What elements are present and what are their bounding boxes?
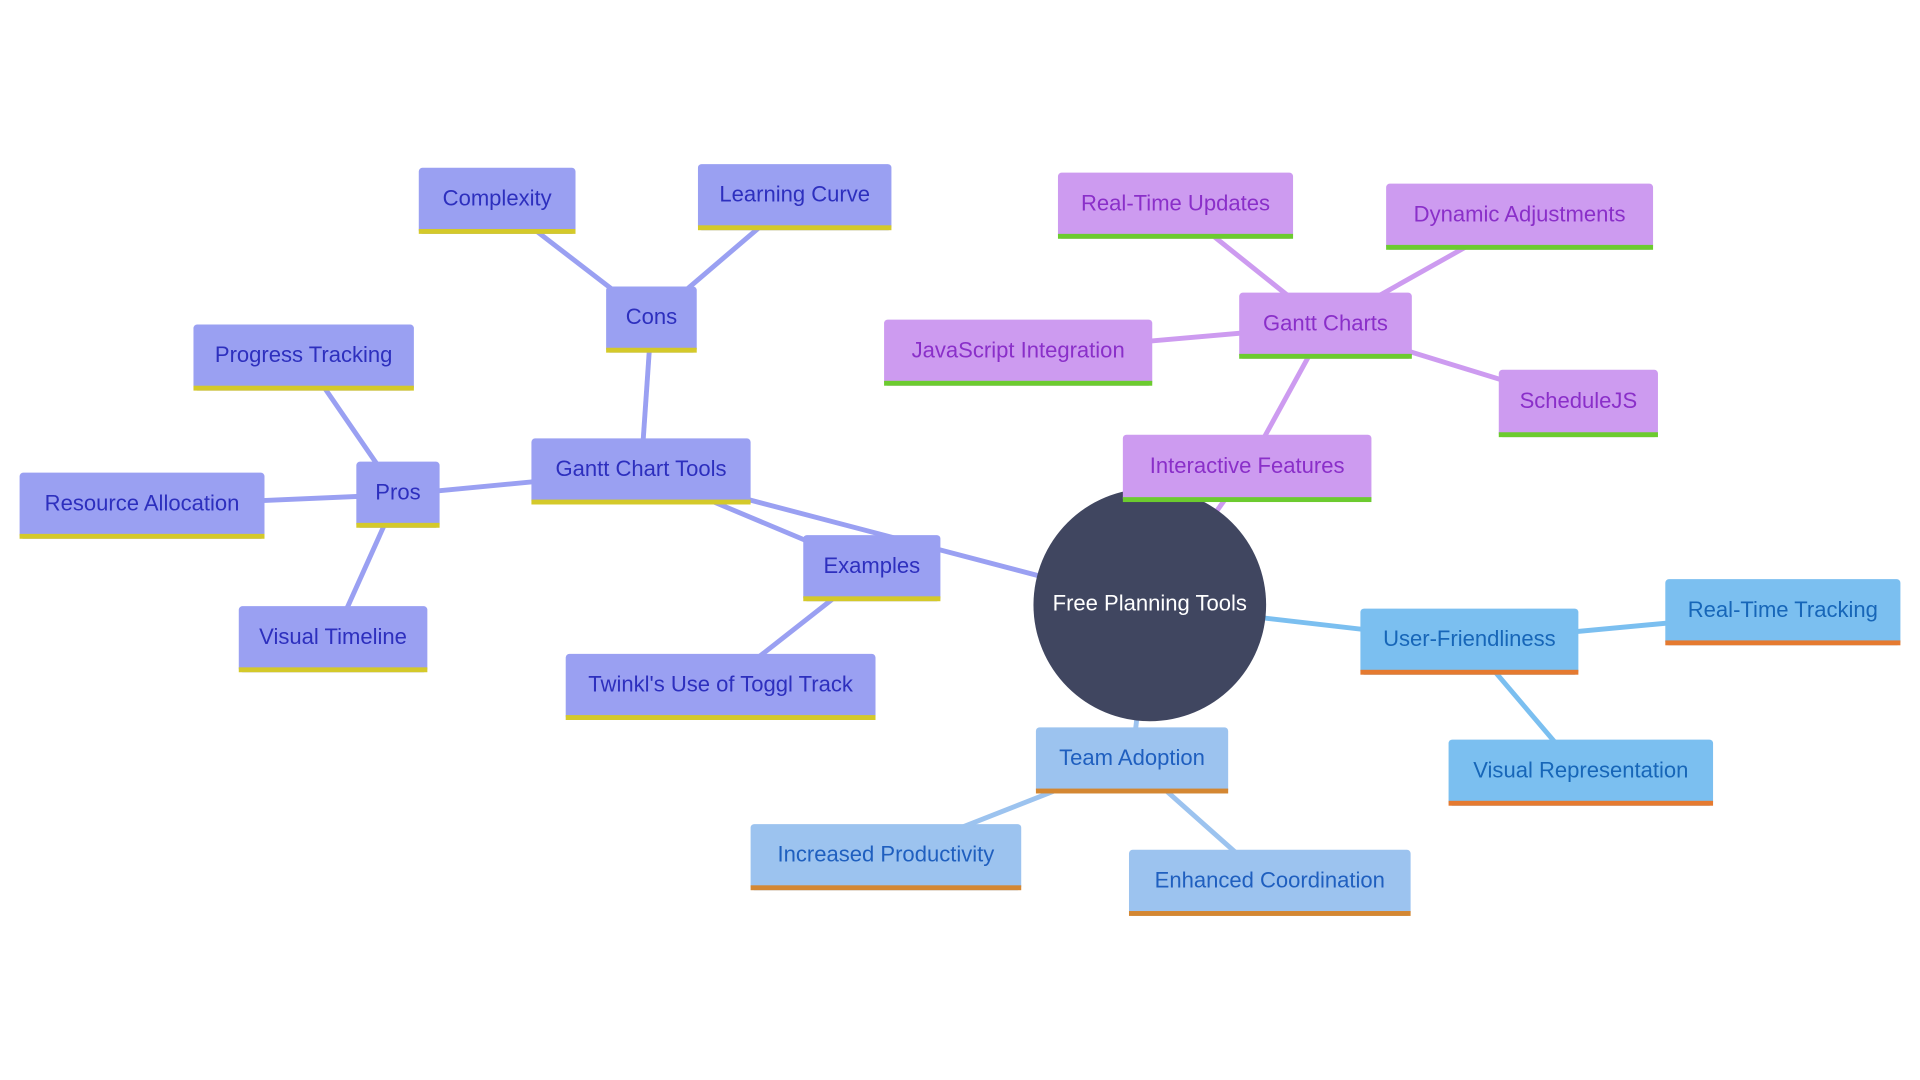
node-gantt-charts[interactable]: Gantt Charts: [1239, 292, 1412, 359]
node-label: Cons: [626, 304, 677, 329]
node-schedulejs[interactable]: ScheduleJS: [1498, 369, 1658, 438]
node-label: Gantt Chart Tools: [555, 456, 726, 481]
node-complexity[interactable]: Complexity: [418, 167, 576, 234]
node-underline: [238, 667, 428, 673]
node-underline: [1239, 353, 1412, 359]
node-team-adoption[interactable]: Team Adoption: [1035, 727, 1229, 794]
node-resource-allocation[interactable]: Resource Allocation: [19, 472, 265, 539]
node-increased-productivity[interactable]: Increased Productivity: [750, 824, 1022, 891]
node-underline: [1360, 669, 1579, 675]
node-underline: [565, 715, 876, 720]
node-label: User-Friendliness: [1383, 626, 1556, 651]
node-interactive-features[interactable]: Interactive Features: [1122, 434, 1372, 503]
node-label: Examples: [823, 553, 920, 578]
node-label: Twinkl's Use of Toggl Track: [588, 672, 854, 697]
node-label: Enhanced Coordination: [1155, 867, 1385, 892]
node-gantt-chart-tools[interactable]: Gantt Chart Tools: [531, 438, 751, 505]
node-javascript-integration[interactable]: JavaScript Integration: [884, 319, 1153, 386]
node-label: Pros: [375, 479, 420, 504]
node-label: Learning Curve: [719, 182, 870, 207]
node-pros[interactable]: Pros: [356, 461, 440, 528]
node-real-time-tracking[interactable]: Real-Time Tracking: [1665, 579, 1901, 646]
node-label: Progress Tracking: [215, 342, 393, 367]
node-twinkl-s-use-of-toggl-track[interactable]: Twinkl's Use of Toggl Track: [565, 653, 876, 720]
node-underline: [1448, 800, 1714, 806]
node-underline: [606, 347, 697, 353]
node-label: Real-Time Tracking: [1688, 597, 1878, 622]
node-underline: [356, 522, 440, 528]
node-underline: [1035, 788, 1229, 794]
node-underline: [697, 225, 892, 231]
node-user-friendliness[interactable]: User-Friendliness: [1360, 608, 1579, 675]
node-underline: [418, 228, 576, 234]
nodes: Free Planning Tools Gantt Chart Tools Pros…: [19, 164, 1901, 916]
node-label: ScheduleJS: [1520, 388, 1638, 413]
root-label: Free Planning Tools: [1053, 591, 1247, 616]
node-label: JavaScript Integration: [912, 337, 1125, 362]
node-label: Dynamic Adjustments: [1414, 201, 1626, 226]
node-underline: [531, 499, 751, 505]
node-underline: [1498, 432, 1658, 438]
node-label: Real-Time Updates: [1081, 190, 1270, 215]
node-underline: [1122, 497, 1372, 503]
node-label: Complexity: [443, 185, 552, 210]
node-label: Gantt Charts: [1263, 310, 1388, 335]
node-label: Team Adoption: [1059, 745, 1205, 770]
node-progress-tracking[interactable]: Progress Tracking: [193, 324, 414, 391]
node-visual-representation[interactable]: Visual Representation: [1448, 739, 1714, 806]
node-label: Visual Representation: [1473, 757, 1688, 782]
node-enhanced-coordination[interactable]: Enhanced Coordination: [1128, 849, 1411, 916]
node-dynamic-adjustments[interactable]: Dynamic Adjustments: [1386, 183, 1654, 250]
node-underline: [1128, 911, 1411, 916]
node-examples[interactable]: Examples: [803, 535, 941, 602]
node-underline: [1386, 244, 1654, 250]
root-node[interactable]: Free Planning Tools: [1033, 488, 1267, 722]
node-visual-timeline[interactable]: Visual Timeline: [238, 606, 428, 673]
node-underline: [193, 385, 414, 391]
node-learning-curve[interactable]: Learning Curve: [697, 164, 892, 231]
node-underline: [803, 596, 941, 602]
node-underline: [19, 533, 265, 539]
node-underline: [1665, 640, 1901, 646]
node-underline: [1057, 233, 1294, 239]
node-label: Increased Productivity: [778, 842, 995, 867]
node-underline: [884, 380, 1153, 386]
node-underline: [750, 885, 1022, 891]
node-real-time-updates[interactable]: Real-Time Updates: [1057, 172, 1294, 239]
node-label: Resource Allocation: [45, 490, 240, 515]
mindmap-canvas: Free Planning Tools Gantt Chart Tools Pros…: [19, 164, 1901, 916]
node-label: Interactive Features: [1150, 453, 1345, 478]
node-cons[interactable]: Cons: [606, 286, 697, 353]
node-label: Visual Timeline: [259, 624, 407, 649]
